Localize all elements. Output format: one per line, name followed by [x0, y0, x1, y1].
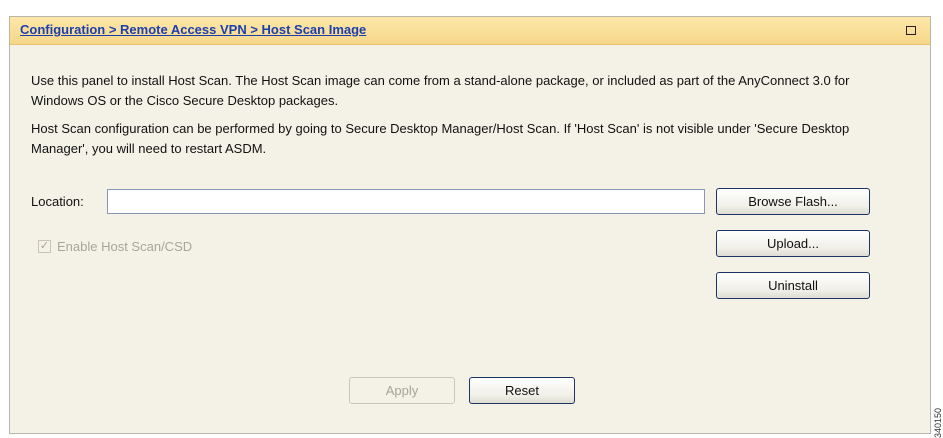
location-label: Location: — [31, 194, 84, 209]
figure-id: 340150 — [933, 407, 943, 438]
panel-titlebar: Configuration > Remote Access VPN > Host… — [10, 17, 930, 45]
description-paragraph-2: Host Scan configuration can be performed… — [31, 121, 850, 156]
enable-host-scan-label: Enable Host Scan/CSD — [57, 239, 193, 254]
checkbox-check-icon: ✓ — [38, 240, 51, 253]
reset-button[interactable]: Reset — [469, 377, 575, 404]
uninstall-button[interactable]: Uninstall — [716, 272, 870, 299]
breadcrumb[interactable]: Configuration > Remote Access VPN > Host… — [20, 22, 366, 37]
browse-flash-button[interactable]: Browse Flash... — [716, 188, 870, 215]
apply-button[interactable]: Apply — [349, 377, 455, 404]
maximize-icon[interactable] — [906, 26, 916, 35]
location-input[interactable] — [107, 189, 705, 214]
description-paragraph-1: Use this panel to install Host Scan. The… — [31, 73, 850, 108]
upload-button[interactable]: Upload... — [716, 230, 870, 257]
